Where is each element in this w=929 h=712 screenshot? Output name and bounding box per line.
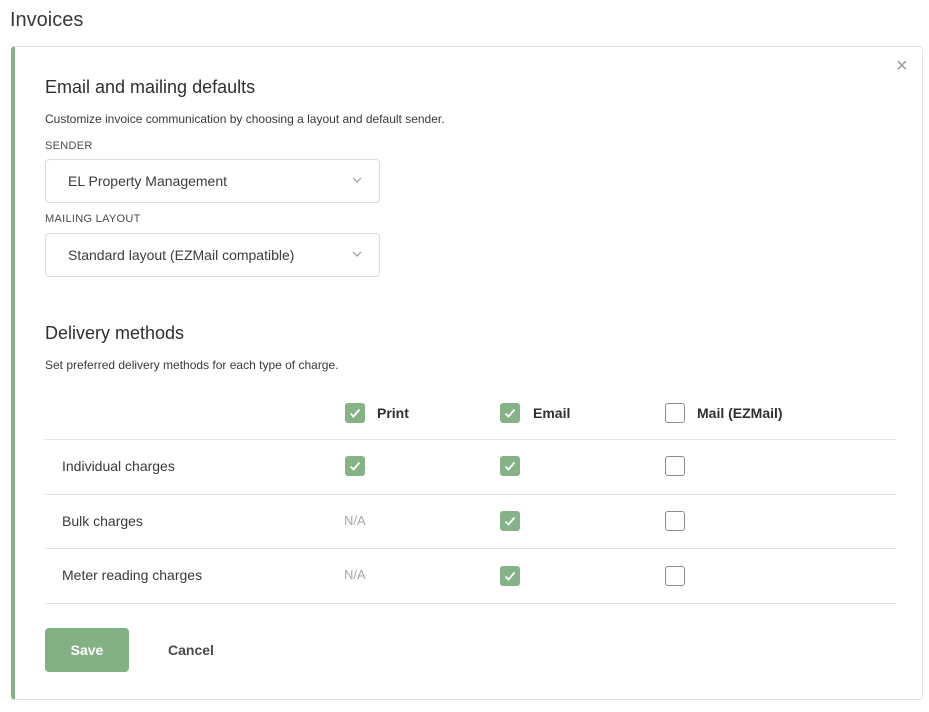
sender-select-value: EL Property Management [68, 173, 228, 189]
meter-email-checkbox[interactable] [500, 566, 520, 586]
check-icon [504, 461, 516, 471]
column-header-mail: Mail (EZMail) [697, 405, 783, 421]
email-defaults-heading: Email and mailing defaults [45, 77, 256, 97]
delivery-methods-heading: Delivery methods [45, 323, 185, 343]
mailing-layout-select-value: Standard layout (EZMail compatible) [68, 247, 295, 263]
check-icon [504, 516, 516, 526]
row-label-bulk-charges: Bulk charges [62, 513, 143, 529]
individual-mail-checkbox[interactable] [665, 456, 685, 476]
meter-mail-checkbox[interactable] [665, 566, 685, 586]
email-defaults-description: Customize invoice communication by choos… [45, 112, 445, 126]
table-divider [45, 439, 896, 440]
sender-select[interactable]: EL Property Management [45, 159, 380, 203]
chevron-down-icon [352, 251, 362, 257]
individual-print-checkbox[interactable] [345, 456, 365, 476]
check-icon [349, 408, 361, 418]
table-divider [45, 548, 896, 549]
individual-email-checkbox[interactable] [500, 456, 520, 476]
bulk-email-checkbox[interactable] [500, 511, 520, 531]
table-divider [45, 603, 896, 604]
check-icon [504, 408, 516, 418]
chevron-down-icon [352, 177, 362, 183]
email-all-checkbox[interactable] [500, 403, 520, 423]
bulk-mail-checkbox[interactable] [665, 511, 685, 531]
mail-all-checkbox[interactable] [665, 403, 685, 423]
row-label-meter-reading-charges: Meter reading charges [62, 567, 203, 583]
page-title: Invoices [10, 9, 84, 31]
check-icon [504, 571, 516, 581]
bulk-print-na: N/A [344, 513, 366, 528]
meter-print-na: N/A [344, 567, 366, 582]
check-icon [349, 461, 361, 471]
sender-label: SENDER [45, 140, 93, 152]
print-all-checkbox[interactable] [345, 403, 365, 423]
table-divider [45, 494, 896, 495]
row-label-individual-charges: Individual charges [62, 458, 175, 474]
mailing-layout-label: MAILING LAYOUT [45, 213, 141, 225]
close-icon[interactable]: × [896, 56, 908, 76]
cancel-button[interactable]: Cancel [151, 628, 231, 672]
column-header-email: Email [533, 405, 571, 421]
save-button[interactable]: Save [45, 628, 129, 672]
delivery-methods-description: Set preferred delivery methods for each … [45, 358, 339, 372]
invoice-settings-card [11, 46, 923, 700]
column-header-print: Print [377, 405, 409, 421]
mailing-layout-select[interactable]: Standard layout (EZMail compatible) [45, 233, 380, 277]
